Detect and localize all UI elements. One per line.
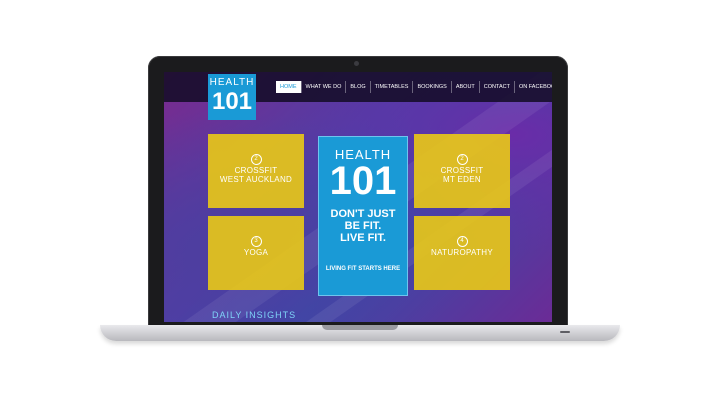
webcam-icon <box>354 61 359 66</box>
site-logo[interactable]: HEALTH 101 <box>208 74 256 120</box>
nav-home[interactable]: HOME <box>276 81 301 93</box>
tile-crossfit-mt-eden[interactable]: 2 CROSSFIT MT EDEN <box>414 134 510 208</box>
hero-slogan-line1: DON'T JUST <box>330 208 396 220</box>
tile-number-icon: 3 <box>250 236 262 247</box>
tile-crossfit-west-auckland[interactable]: 2 CROSSFIT WEST AUCKLAND <box>208 134 304 208</box>
nav-timetables[interactable]: TIMETABLES <box>369 81 413 93</box>
status-light-icon <box>560 331 570 333</box>
laptop-notch <box>322 325 398 330</box>
tile-yoga[interactable]: 3 YOGA <box>208 216 304 290</box>
nav-about[interactable]: ABOUT <box>450 81 479 93</box>
logo-text-number: 101 <box>211 88 253 115</box>
daily-insights-heading: DAILY INSIGHTS <box>212 310 297 320</box>
tile-naturopathy[interactable]: 4 NATUROPATHY <box>414 216 510 290</box>
tile-title: NATUROPATHY <box>431 248 493 257</box>
hero-slogan-line3: LIVE FIT. <box>340 232 386 244</box>
hero-slogan-line2: BE FIT. <box>344 220 382 232</box>
nav-bookings[interactable]: BOOKINGS <box>412 81 450 93</box>
hero-number: 101 <box>329 159 397 203</box>
tile-subtitle: WEST AUCKLAND <box>219 174 293 184</box>
tile-subtitle: MT EDEN <box>443 174 481 184</box>
laptop-screen: HOME WHAT WE DO BLOG TIMETABLES BOOKINGS… <box>164 72 552 322</box>
nav-what-we-do[interactable]: WHAT WE DO <box>300 81 346 93</box>
tile-number-icon: 2 <box>250 154 262 165</box>
nav-contact[interactable]: CONTACT <box>478 81 514 93</box>
hero-panel: HEALTH 101 DON'T JUST BE FIT. LIVE FIT. … <box>318 136 408 296</box>
tile-number-icon: 2 <box>456 154 468 165</box>
laptop-lid: HOME WHAT WE DO BLOG TIMETABLES BOOKINGS… <box>148 56 568 328</box>
nav-facebook[interactable]: ON FACEBOOK <box>513 81 552 93</box>
hero-subtitle: LIVING FIT STARTS HERE <box>325 266 401 272</box>
main-nav: HOME WHAT WE DO BLOG TIMETABLES BOOKINGS… <box>276 81 552 93</box>
laptop-base <box>100 325 620 341</box>
logo-text-top: HEALTH <box>209 77 255 88</box>
tile-number-icon: 4 <box>456 236 468 247</box>
tile-title: YOGA <box>243 248 269 257</box>
nav-blog[interactable]: BLOG <box>345 81 369 93</box>
